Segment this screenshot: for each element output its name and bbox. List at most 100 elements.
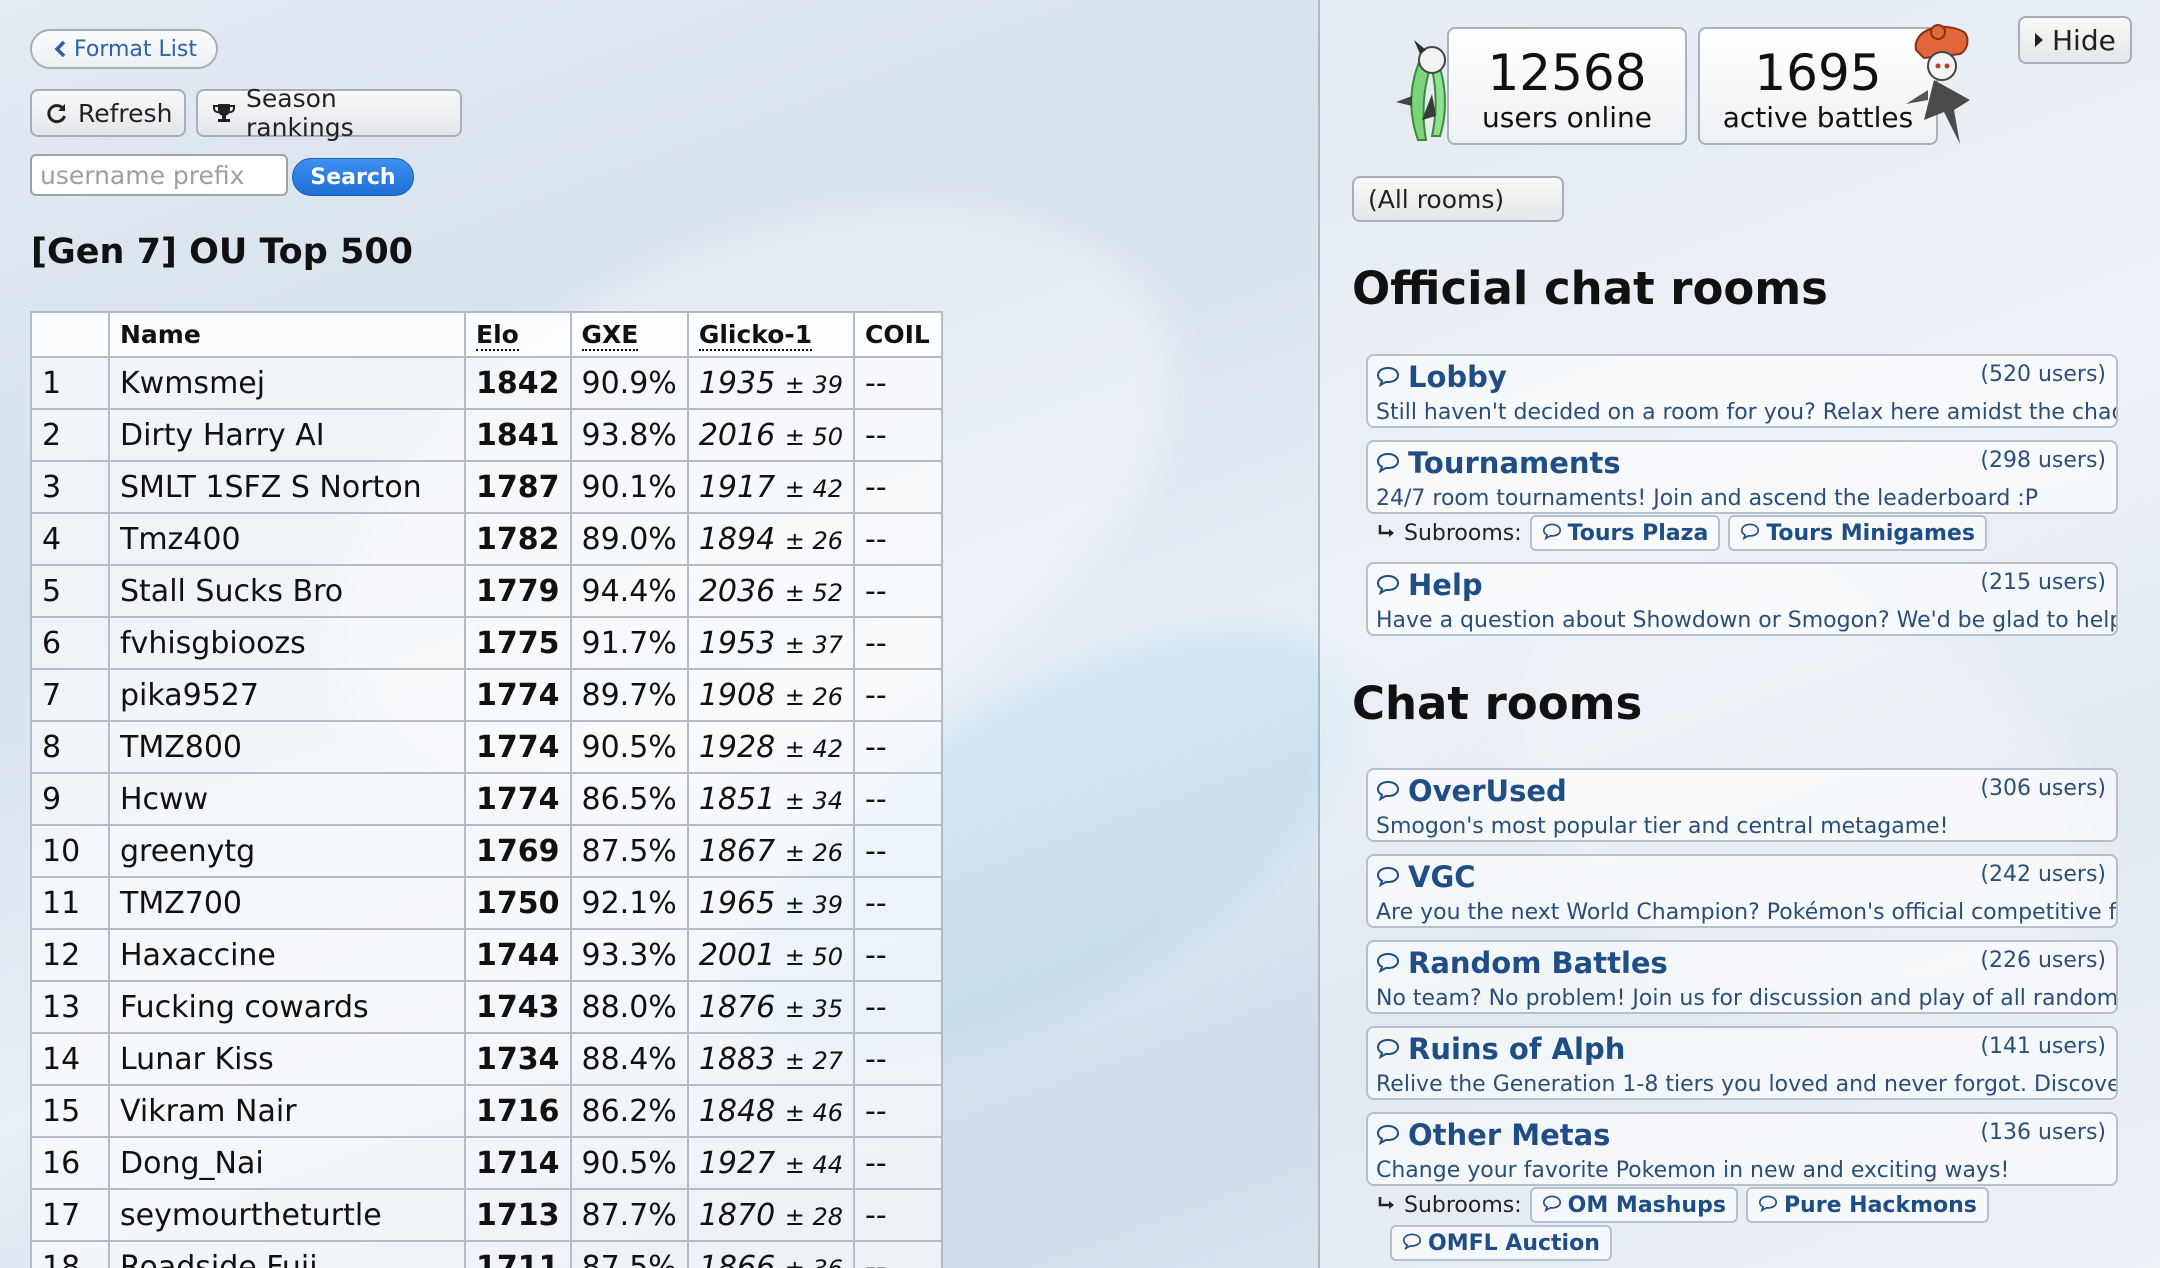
coil-cell: -- (853, 460, 943, 514)
table-row: 10 greenytg 1769 87.5% 1867 ± 26 -- (30, 824, 943, 878)
player-name[interactable]: Hcww (108, 772, 466, 826)
player-name[interactable]: greenytg (108, 824, 466, 878)
player-name[interactable]: Vikram Nair (108, 1084, 466, 1138)
player-name[interactable]: Fucking cowards (108, 980, 466, 1034)
glicko-rating: 2001 (698, 937, 776, 973)
official-rooms-title: Official chat rooms (1352, 262, 1828, 315)
chat-bubble-icon (1376, 1118, 1400, 1152)
elo-cell: 1779 (464, 564, 572, 618)
glicko-deviation: ± 39 (784, 890, 843, 919)
elo-cell: 1774 (464, 668, 572, 722)
room-help[interactable]: Help (215 users) Have a question about Sho… (1366, 562, 2118, 636)
table-row: 12 Haxaccine 1744 93.3% 2001 ± 50 -- (30, 928, 943, 982)
subroom-name: OM Mashups (1567, 1192, 1726, 1218)
hide-button[interactable]: Hide (2018, 16, 2132, 64)
gxe-cell: 93.8% (569, 408, 689, 462)
table-row: 18Roadside Fuji171187.5%1866 ± 36-- (30, 1240, 943, 1268)
subroom-link[interactable]: Pure Hackmons (1745, 1187, 1989, 1223)
room-name-label: Other Metas (1408, 1118, 1611, 1152)
subroom-link[interactable]: OMFL Auction (1390, 1225, 1612, 1261)
player-name[interactable]: Dirty Harry AI (108, 408, 466, 462)
room-description: Still haven't decided on a room for you?… (1376, 400, 2118, 425)
player-name[interactable]: Lunar Kiss (108, 1032, 466, 1086)
room-ruins-of-alph[interactable]: Ruins of Alph (141 users) Relive the Gener… (1366, 1026, 2118, 1100)
subrooms-row: Subrooms: OM Mashups Pure Hackmons (1378, 1187, 1989, 1223)
glicko-deviation: ± 36 (785, 1255, 843, 1268)
rank-cell: 14 (30, 1032, 110, 1086)
room-name-label: Ruins of Alph (1408, 1032, 1626, 1066)
refresh-button[interactable]: Refresh (30, 89, 186, 137)
player-name[interactable]: TMZ700 (108, 876, 466, 930)
glicko-deviation: ± 26 (784, 526, 843, 555)
gxe-cell: 90.5% (569, 720, 689, 774)
elo-cell: 1750 (464, 876, 572, 930)
glicko-cell: 1927 ± 44 (686, 1136, 856, 1190)
player-name[interactable]: Roadside Fuji (108, 1240, 466, 1268)
room-overused[interactable]: OverUsed (306 users) Smogon's most popular… (1366, 768, 2118, 842)
glicko-cell: 1953 ± 37 (686, 616, 856, 670)
player-name[interactable]: Stall Sucks Bro (108, 564, 466, 618)
room-lobby[interactable]: Lobby (520 users) Still haven't decided on… (1366, 354, 2118, 428)
glicko-deviation: ± 52 (784, 578, 843, 607)
player-name[interactable]: seymourtheturtle (108, 1188, 466, 1242)
subroom-link[interactable]: Tours Plaza (1529, 515, 1721, 551)
chat-bubble-icon (1376, 1032, 1400, 1066)
rank-cell: 8 (30, 720, 110, 774)
glicko-deviation: ± 50 (784, 422, 843, 451)
coil-cell: -- (853, 980, 943, 1034)
glicko-cell: 2001 ± 50 (686, 928, 856, 982)
player-name[interactable]: TMZ800 (108, 720, 466, 774)
gxe-cell: 90.9% (569, 356, 689, 410)
gxe-cell: 87.7% (569, 1188, 689, 1242)
elo-cell: 1842 (464, 356, 572, 410)
room-description: Relive the Generation 1-8 tiers you love… (1376, 1072, 2118, 1097)
player-name[interactable]: Haxaccine (108, 928, 466, 982)
subroom-link[interactable]: OM Mashups (1529, 1187, 1738, 1223)
gxe-cell: 92.1% (569, 876, 689, 930)
player-name[interactable]: pika9527 (108, 668, 466, 722)
coil-cell: -- (853, 408, 943, 462)
room-name-label: Lobby (1408, 360, 1507, 394)
room-random-battles[interactable]: Random Battles (226 users) No team? No pro… (1366, 940, 2118, 1014)
glicko-deviation: ± 37 (784, 630, 843, 659)
player-name[interactable]: Tmz400 (108, 512, 466, 566)
room-name: Lobby (1376, 360, 1507, 394)
elo-header-label: Elo (476, 320, 519, 351)
format-list-button[interactable]: Format List (30, 29, 218, 69)
subroom-link[interactable]: Tours Minigames (1728, 515, 1987, 551)
season-rankings-button[interactable]: Season rankings (196, 84, 462, 142)
room-filter-select[interactable]: (All rooms) (1352, 176, 1564, 222)
room-vgc[interactable]: VGC (242 users) Are you the next World Cha… (1366, 854, 2118, 928)
glicko-rating: 1848 (698, 1093, 776, 1129)
chat-bubble-icon (1542, 521, 1562, 546)
room-tournaments[interactable]: Tournaments (298 users) 24/7 room tourname… (1366, 440, 2118, 514)
glicko-cell: 2036 ± 52 (686, 564, 856, 618)
glicko-rating: 2016 (698, 417, 776, 453)
gxe-cell: 89.0% (569, 512, 689, 566)
player-name[interactable]: Dong_Nai (108, 1136, 466, 1190)
glicko-deviation: ± 35 (784, 994, 843, 1023)
format-list-label: Format List (74, 36, 197, 62)
table-row: 2 Dirty Harry AI 1841 93.8% 2016 ± 50 -- (30, 408, 943, 462)
elo-cell: 1744 (464, 928, 572, 982)
room-name: Ruins of Alph (1376, 1032, 1625, 1066)
search-button[interactable]: Search (292, 158, 414, 196)
username-prefix-input[interactable] (30, 154, 288, 196)
coil-cell: -- (853, 876, 943, 930)
room-other-metas[interactable]: Other Metas (136 users) Change your favori… (1366, 1112, 2118, 1186)
player-name[interactable]: SMLT 1SFZ S Norton (108, 460, 466, 514)
pokemon-sprite-right (1898, 20, 1986, 158)
room-description: Have a question about Showdown or Smogon… (1376, 608, 2118, 633)
coil-cell: -- (853, 668, 943, 722)
table-row: 17 seymourtheturtle 1713 87.7% 1870 ± 28 -- (30, 1188, 943, 1242)
elo-cell: 1769 (464, 824, 572, 878)
glicko-rating: 1876 (698, 989, 776, 1025)
gxe-cell: 91.7% (569, 616, 689, 670)
chat-bubble-icon (1376, 446, 1400, 480)
subroom-name: OMFL Auction (1428, 1230, 1600, 1256)
player-name[interactable]: Kwmsmej (108, 356, 466, 410)
users-online-box: 12568 users online (1447, 27, 1687, 145)
glicko-deviation: ± 44 (784, 1150, 843, 1179)
player-name[interactable]: fvhisgbioozs (108, 616, 466, 670)
elo-cell: 1743 (464, 980, 572, 1034)
